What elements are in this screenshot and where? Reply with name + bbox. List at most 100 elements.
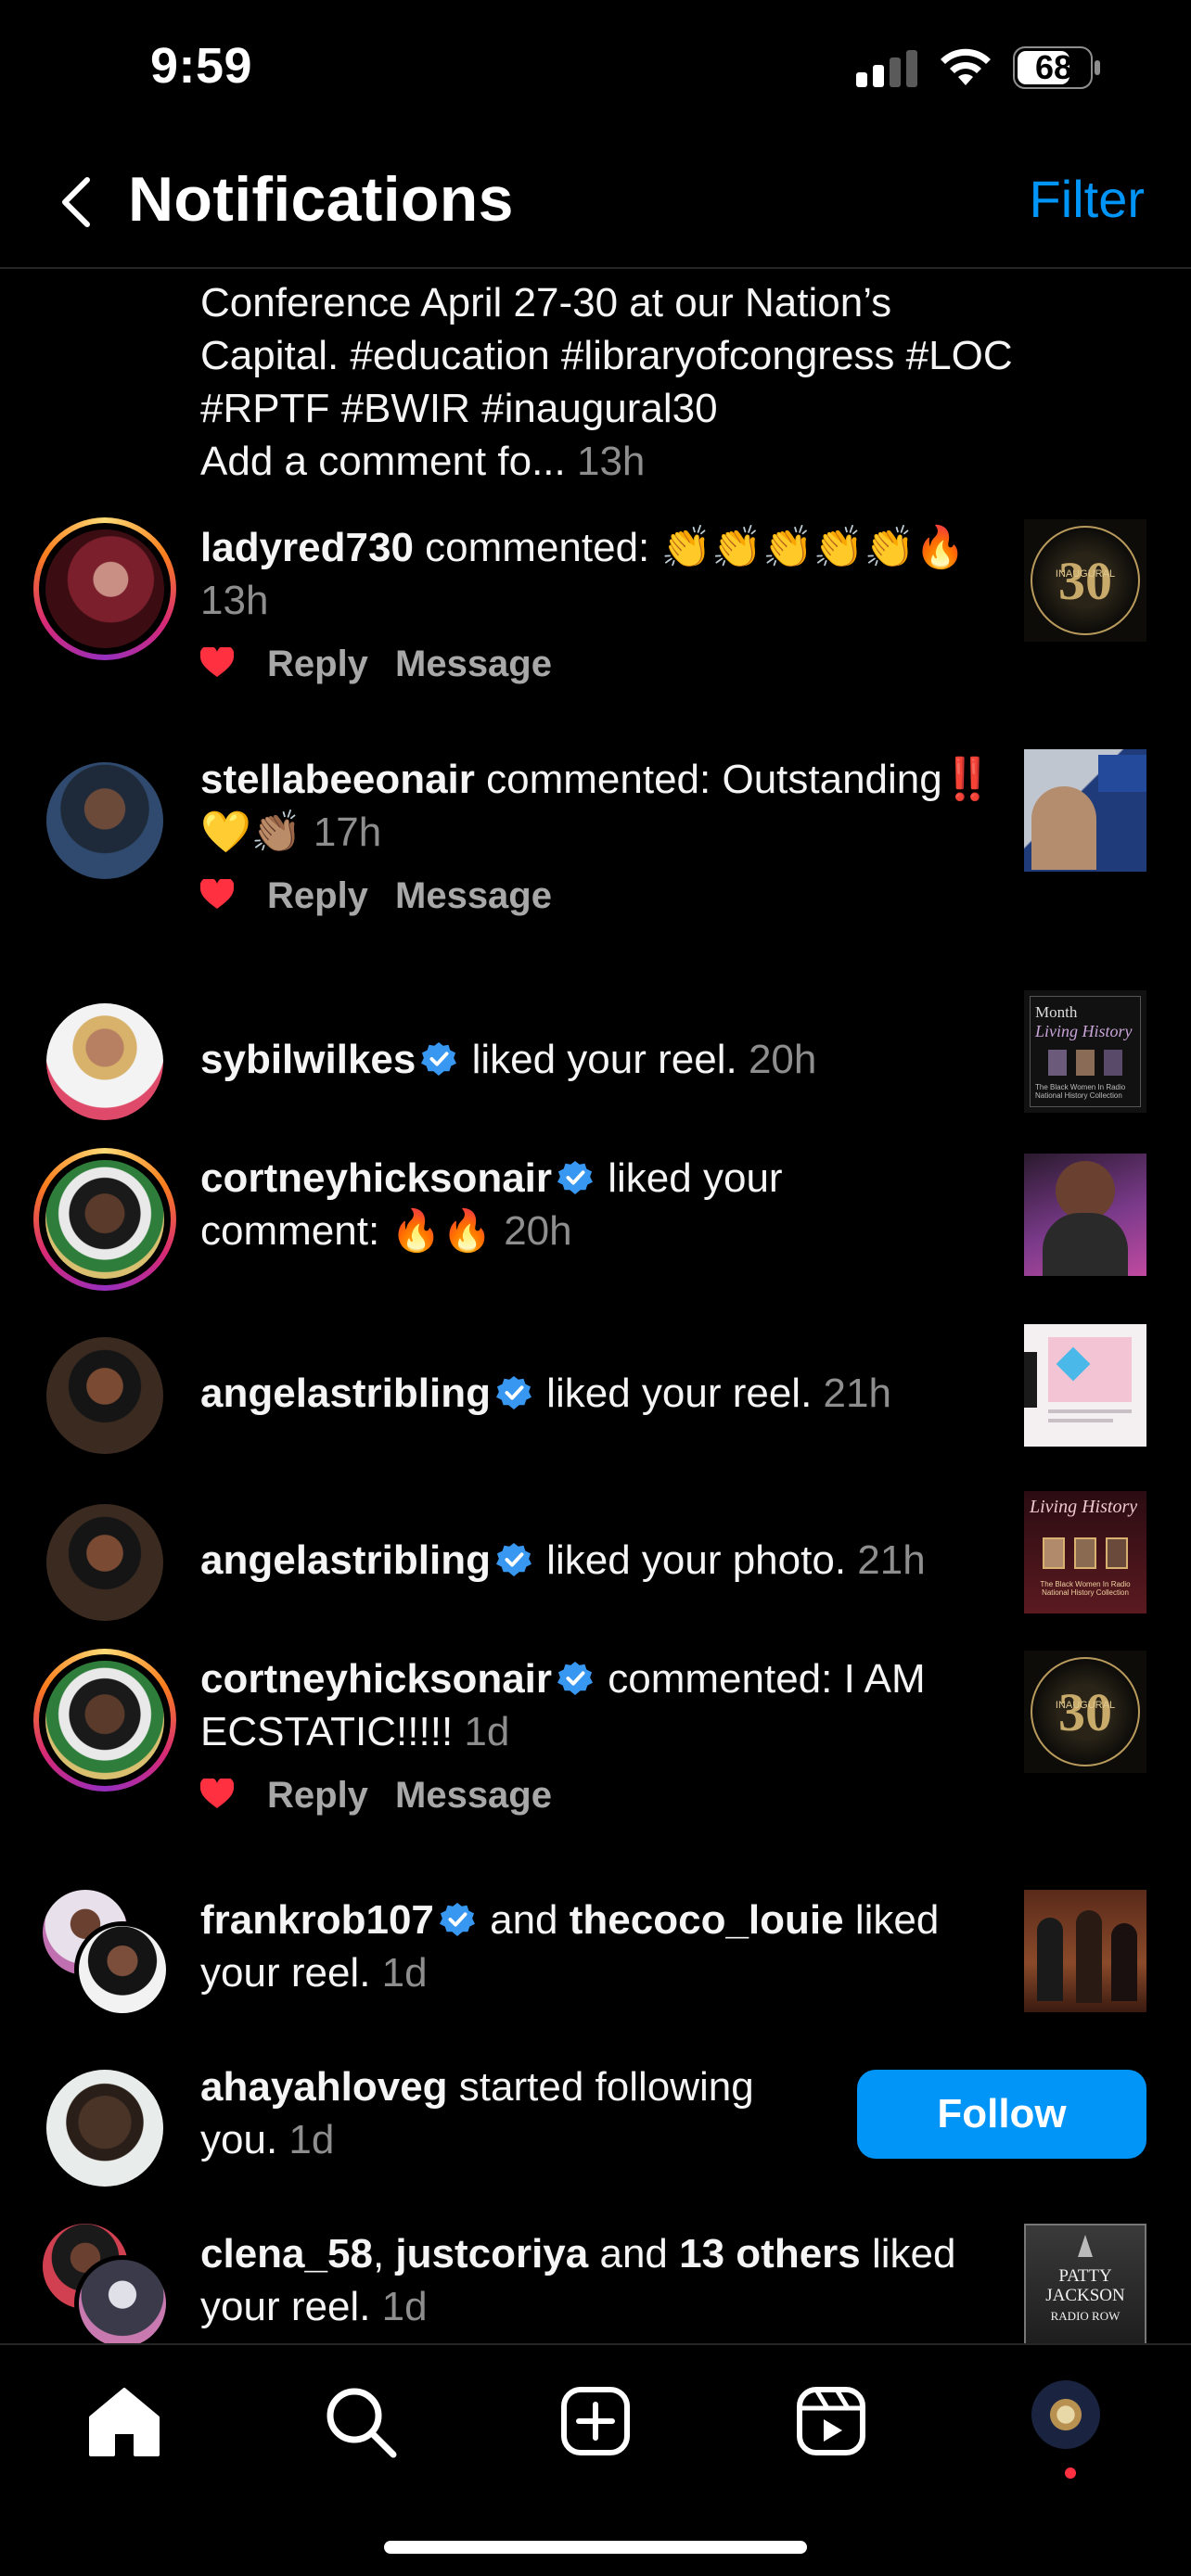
- comment-text: 👏👏👏👏👏🔥: [660, 525, 967, 570]
- post-thumbnail[interactable]: 30 INAUGURAL: [1024, 519, 1146, 642]
- avatar: [74, 1921, 171, 2018]
- notification-item[interactable]: ahayahloveg started following you. 1d Fo…: [0, 2062, 1191, 2229]
- notification-text: angelastribling liked your photo. 21h: [200, 1537, 926, 1583]
- create-post-icon[interactable]: [557, 2382, 634, 2460]
- timestamp: 1d: [288, 2117, 335, 2162]
- avatar[interactable]: [46, 762, 163, 879]
- username[interactable]: justcoriya: [395, 2231, 588, 2276]
- timestamp: 13h: [200, 578, 269, 623]
- search-icon[interactable]: [321, 2382, 399, 2460]
- story-ring[interactable]: [33, 517, 176, 660]
- username[interactable]: angelastribling: [200, 1537, 491, 1583]
- avatar-container: [33, 1324, 176, 1467]
- heart-icon[interactable]: [200, 647, 234, 679]
- notification-item[interactable]: clena_58, justcoriya and 13 others liked…: [0, 2224, 1191, 2343]
- follow-button[interactable]: Follow: [857, 2070, 1146, 2159]
- username[interactable]: ladyred730: [200, 525, 414, 570]
- message-button[interactable]: Message: [395, 875, 552, 917]
- username[interactable]: frankrob107: [200, 1897, 434, 1943]
- post-thumbnail[interactable]: [1024, 749, 1146, 872]
- post-thumbnail[interactable]: 30 INAUGURAL: [1024, 1651, 1146, 1773]
- post-thumbnail[interactable]: [1024, 1154, 1146, 1276]
- story-ring[interactable]: [33, 1148, 176, 1291]
- post-thumbnail[interactable]: [1024, 1890, 1146, 2012]
- notification-item[interactable]: stellabeeonair commented: Outstanding‼️💛…: [0, 749, 1191, 968]
- reels-icon[interactable]: [792, 2382, 870, 2460]
- heart-icon[interactable]: [200, 879, 234, 911]
- status-time: 9:59: [150, 38, 253, 94]
- avatar[interactable]: [46, 1003, 163, 1120]
- heart-icon[interactable]: [200, 1779, 234, 1810]
- avatar[interactable]: [46, 1337, 163, 1454]
- cellular-signal-icon: [856, 50, 919, 87]
- notification-item[interactable]: ladyred730 commented: 👏👏👏👏👏🔥 13h Reply M…: [0, 517, 1191, 736]
- notification-item[interactable]: angelastribling liked your reel. 21h: [0, 1324, 1191, 1487]
- post-thumbnail[interactable]: Month Living History The Black Women In …: [1024, 990, 1146, 1113]
- avatar-stack[interactable]: [43, 1890, 173, 2020]
- timestamp: 21h: [823, 1371, 891, 1416]
- username[interactable]: sybilwilkes: [200, 1037, 416, 1082]
- verified-badge-icon: [557, 1160, 594, 1195]
- reply-button[interactable]: Reply: [267, 644, 368, 685]
- avatar-container: [33, 1491, 176, 1634]
- message-button[interactable]: Message: [395, 1775, 552, 1817]
- notification-text: angelastribling liked your reel. 21h: [200, 1371, 891, 1416]
- svg-text:INAUGURAL: INAUGURAL: [1056, 568, 1115, 580]
- verified-badge-icon: [439, 1902, 475, 1937]
- wifi-icon: [941, 48, 991, 85]
- username[interactable]: cortneyhicksonair: [200, 1155, 552, 1201]
- back-chevron-icon[interactable]: [54, 174, 100, 230]
- status-bar: 9:59 68: [0, 0, 1191, 139]
- avatar: [45, 1160, 164, 1279]
- avatar-container: [33, 749, 176, 892]
- add-comment-link[interactable]: Add a comment fo...: [200, 439, 566, 484]
- timestamp: 20h: [748, 1037, 817, 1082]
- verified-badge-icon: [495, 1375, 531, 1410]
- avatar[interactable]: [46, 2070, 163, 2187]
- notification-item[interactable]: frankrob107 and thecoco_louie liked your…: [0, 1890, 1191, 2062]
- post-thumbnail[interactable]: PATTY JACKSON RADIO ROW: [1024, 2224, 1146, 2343]
- comment-text: 🔥🔥: [391, 1208, 493, 1254]
- story-ring[interactable]: [33, 1649, 176, 1792]
- notifications-feed[interactable]: Conference April 27-30 at our Nation’s C…: [0, 271, 1191, 2343]
- others-count[interactable]: 13 others: [679, 2231, 861, 2276]
- post-thumbnail[interactable]: [1024, 1324, 1146, 1447]
- caption-time: 13h: [576, 439, 646, 484]
- avatar[interactable]: [46, 1504, 163, 1621]
- post-thumbnail[interactable]: Living History The Black Women In Radio …: [1024, 1491, 1146, 1613]
- notification-item[interactable]: cortneyhicksonair commented: I AM ECSTAT…: [0, 1649, 1191, 1868]
- username[interactable]: cortneyhicksonair: [200, 1656, 552, 1702]
- timestamp: 1d: [464, 1709, 510, 1754]
- reply-button[interactable]: Reply: [267, 875, 368, 917]
- username[interactable]: thecoco_louie: [570, 1897, 844, 1943]
- avatar-stack[interactable]: [43, 2224, 173, 2343]
- battery-level: 68: [1034, 48, 1073, 86]
- header: Notifications Filter: [0, 139, 1191, 269]
- home-indicator: [384, 2541, 807, 2554]
- profile-tab-avatar[interactable]: [1031, 2380, 1100, 2449]
- verified-badge-icon: [557, 1661, 594, 1696]
- avatar: [45, 529, 164, 648]
- username[interactable]: ahayahloveg: [200, 2064, 448, 2110]
- filter-button[interactable]: Filter: [1030, 169, 1145, 229]
- timestamp: 20h: [504, 1208, 572, 1254]
- svg-text:INAUGURAL: INAUGURAL: [1056, 1700, 1115, 1711]
- username[interactable]: stellabeeonair: [200, 757, 475, 802]
- page-title: Notifications: [128, 164, 514, 235]
- notification-item[interactable]: sybilwilkes liked your reel. 20h Month L…: [0, 990, 1191, 1144]
- partial-caption: Conference April 27-30 at our Nation’s C…: [200, 271, 1035, 488]
- username[interactable]: clena_58: [200, 2231, 373, 2276]
- notification-item[interactable]: cortneyhicksonair liked your comment: 🔥🔥…: [0, 1148, 1191, 1339]
- avatar-container: [33, 990, 176, 1133]
- notification-text: ladyred730 commented: 👏👏👏👏👏🔥 13h: [200, 525, 967, 623]
- home-icon[interactable]: [85, 2382, 163, 2460]
- svg-text:30: 30: [1058, 551, 1112, 611]
- message-button[interactable]: Message: [395, 644, 552, 685]
- notification-item[interactable]: angelastribling liked your photo. 21h Li…: [0, 1491, 1191, 1654]
- notification-text: frankrob107 and thecoco_louie liked your…: [200, 1897, 940, 1996]
- timestamp: 21h: [857, 1537, 926, 1583]
- notification-dot: [1065, 2468, 1076, 2479]
- username[interactable]: angelastribling: [200, 1371, 491, 1416]
- reply-button[interactable]: Reply: [267, 1775, 368, 1817]
- avatar-container: [33, 2057, 176, 2200]
